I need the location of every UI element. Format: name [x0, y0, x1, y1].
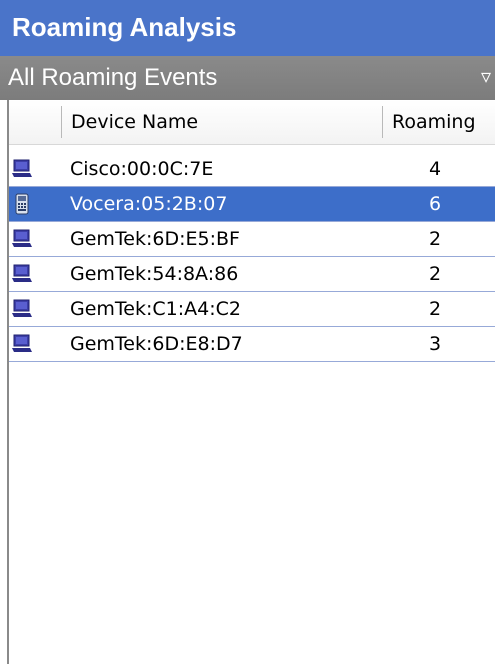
laptop-icon — [11, 263, 33, 285]
device-name: GemTek:C1:A4:C2 — [70, 298, 241, 320]
column-header-device-name[interactable]: Device Name — [71, 111, 198, 133]
roaming-count: 2 — [429, 298, 442, 320]
roaming-filter-dropdown[interactable]: All Roaming Events ▿ — [0, 56, 495, 100]
panel-title: Roaming Analysis — [12, 12, 237, 42]
roaming-count: 2 — [429, 228, 442, 250]
roaming-count: 3 — [429, 333, 442, 355]
column-separator[interactable] — [382, 106, 383, 138]
handheld-device-icon — [11, 193, 33, 215]
table-header: Device Name Roaming — [9, 100, 495, 145]
panel-title-bar: Roaming Analysis — [0, 0, 495, 56]
device-name: GemTek:54:8A:86 — [70, 263, 239, 285]
column-separator[interactable] — [61, 106, 62, 138]
roaming-count: 6 — [429, 193, 442, 215]
device-name: Cisco:00:0C:7E — [70, 158, 214, 180]
laptop-icon — [11, 228, 33, 250]
roaming-analysis-panel: Roaming Analysis All Roaming Events ▿ De… — [0, 0, 495, 664]
table-row[interactable]: GemTek:C1:A4:C2 2 — [9, 292, 495, 327]
device-name: GemTek:6D:E8:D7 — [70, 333, 243, 355]
dropdown-arrow-icon[interactable]: ▿ — [481, 64, 491, 88]
filter-selected-value: All Roaming Events — [8, 64, 218, 91]
laptop-icon — [11, 298, 33, 320]
table-row[interactable]: Cisco:00:0C:7E 4 — [9, 152, 495, 187]
table-row[interactable]: GemTek:54:8A:86 2 — [9, 257, 495, 292]
table-row-selected[interactable]: Vocera:05:2B:07 6 — [9, 187, 495, 222]
roaming-count: 2 — [429, 263, 442, 285]
laptop-icon — [11, 333, 33, 355]
column-header-roaming[interactable]: Roaming — [392, 111, 476, 133]
device-name: GemTek:6D:E5:BF — [70, 228, 240, 250]
table-row[interactable]: GemTek:6D:E5:BF 2 — [9, 222, 495, 257]
device-name: Vocera:05:2B:07 — [70, 193, 228, 215]
table-row[interactable]: GemTek:6D:E8:D7 3 — [9, 327, 495, 362]
roaming-count: 4 — [429, 158, 442, 180]
laptop-icon — [11, 158, 33, 180]
